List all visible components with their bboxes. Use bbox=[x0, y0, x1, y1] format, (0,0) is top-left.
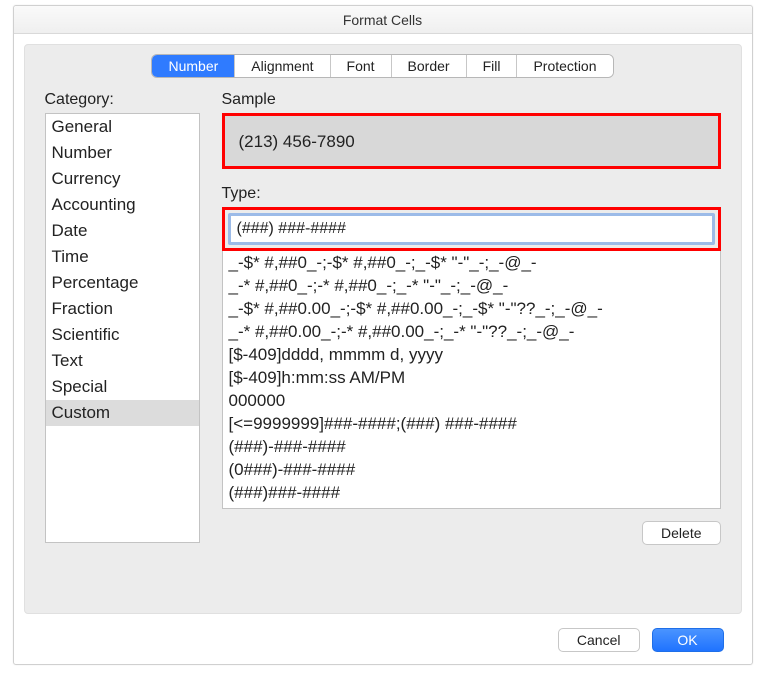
format-list-item[interactable]: _-* #,##0_-;-* #,##0_-;_-* "-"_-;_-@_- bbox=[229, 274, 714, 297]
tab-number[interactable]: Number bbox=[152, 55, 235, 77]
delete-button[interactable]: Delete bbox=[642, 521, 720, 545]
format-list-item[interactable]: _-$* #,##0_-;-$* #,##0_-;_-$* "-"_-;_-@_… bbox=[229, 251, 714, 274]
sample-value: (213) 456-7890 bbox=[239, 132, 355, 152]
tab-font[interactable]: Font bbox=[331, 55, 392, 77]
format-list-item[interactable]: [$-409]dddd, mmmm d, yyyy bbox=[229, 343, 714, 366]
tab-protection[interactable]: Protection bbox=[517, 55, 612, 77]
tab-segmented-control: Number Alignment Font Border Fill Protec… bbox=[152, 55, 612, 77]
category-item[interactable]: Fraction bbox=[46, 296, 199, 322]
category-item[interactable]: Special bbox=[46, 374, 199, 400]
category-item[interactable]: Currency bbox=[46, 166, 199, 192]
cancel-button[interactable]: Cancel bbox=[558, 628, 640, 652]
type-input[interactable] bbox=[228, 213, 715, 245]
format-list-item[interactable]: (###)-###-#### bbox=[229, 435, 714, 458]
dialog-title: Format Cells bbox=[14, 6, 752, 34]
category-item[interactable]: Text bbox=[46, 348, 199, 374]
category-item[interactable]: Percentage bbox=[46, 270, 199, 296]
format-list-item[interactable]: [<=9999999]###-####;(###) ###-#### bbox=[229, 412, 714, 435]
format-list-item[interactable]: _-* #,##0.00_-;-* #,##0.00_-;_-* "-"??_-… bbox=[229, 320, 714, 343]
category-list[interactable]: GeneralNumberCurrencyAccountingDateTimeP… bbox=[45, 113, 200, 543]
format-list-item[interactable]: [$-409]h:mm:ss AM/PM bbox=[229, 366, 714, 389]
format-list-item[interactable]: (0###)-###-#### bbox=[229, 458, 714, 481]
sample-label: Sample bbox=[222, 91, 721, 109]
type-input-highlight bbox=[222, 207, 721, 251]
category-label: Category: bbox=[45, 91, 200, 109]
type-label: Type: bbox=[222, 185, 721, 203]
category-item[interactable]: Number bbox=[46, 140, 199, 166]
ok-button[interactable]: OK bbox=[652, 628, 724, 652]
category-item[interactable]: Date bbox=[46, 218, 199, 244]
format-list-item[interactable]: (###)###-#### bbox=[229, 481, 714, 504]
format-list[interactable]: _-$* #,##0_-;-$* #,##0_-;_-$* "-"_-;_-@_… bbox=[222, 251, 721, 509]
category-item[interactable]: Time bbox=[46, 244, 199, 270]
content-panel: Number Alignment Font Border Fill Protec… bbox=[24, 44, 742, 614]
category-item[interactable]: General bbox=[46, 114, 199, 140]
category-item[interactable]: Accounting bbox=[46, 192, 199, 218]
category-item[interactable]: Custom bbox=[46, 400, 199, 426]
tab-alignment[interactable]: Alignment bbox=[235, 55, 330, 77]
tabs-row: Number Alignment Font Border Fill Protec… bbox=[25, 55, 741, 77]
format-list-item[interactable]: 000000 bbox=[229, 389, 714, 412]
category-item[interactable]: Scientific bbox=[46, 322, 199, 348]
tab-border[interactable]: Border bbox=[392, 55, 467, 77]
format-list-item[interactable]: _-$* #,##0.00_-;-$* #,##0.00_-;_-$* "-"?… bbox=[229, 297, 714, 320]
format-cells-dialog: Format Cells Number Alignment Font Borde… bbox=[13, 5, 753, 665]
dialog-buttons: Cancel OK bbox=[558, 628, 724, 652]
tab-fill[interactable]: Fill bbox=[467, 55, 518, 77]
sample-box: (213) 456-7890 bbox=[222, 113, 721, 169]
